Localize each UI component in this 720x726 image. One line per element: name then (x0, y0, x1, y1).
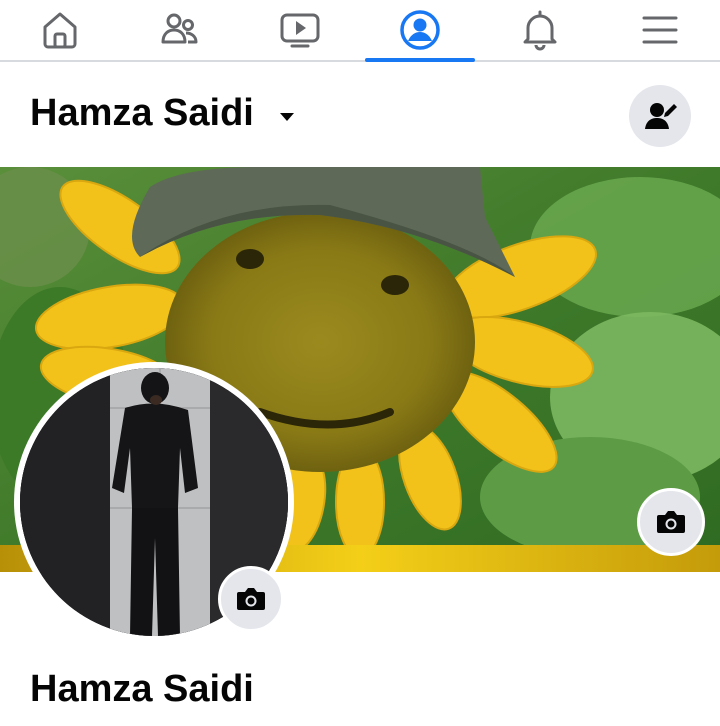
camera-icon (237, 588, 265, 610)
watch-icon (280, 13, 320, 48)
nav-notifications-tab[interactable] (485, 0, 595, 60)
nav-home-tab[interactable] (5, 0, 115, 60)
home-icon (43, 12, 77, 49)
edit-cover-photo-button[interactable] (637, 488, 705, 556)
person-edit-icon (645, 103, 677, 129)
bell-icon (523, 10, 557, 51)
menu-icon (642, 16, 678, 44)
friends-icon (161, 13, 198, 44)
caret-down-icon[interactable] (278, 111, 296, 123)
profile-header: Hamza Saidi (0, 62, 720, 167)
profile-icon (400, 10, 440, 50)
nav-profile-tab[interactable] (365, 0, 475, 62)
edit-profile-button[interactable] (629, 85, 691, 147)
edit-profile-picture-button[interactable] (218, 566, 284, 632)
camera-icon (657, 511, 685, 533)
nav-watch-tab[interactable] (245, 0, 355, 60)
profile-name: Hamza Saidi (30, 668, 254, 710)
header-profile-name[interactable]: Hamza Saidi (30, 92, 254, 135)
top-nav (0, 0, 720, 62)
nav-friends-tab[interactable] (125, 0, 235, 60)
nav-menu-tab[interactable] (605, 0, 715, 60)
